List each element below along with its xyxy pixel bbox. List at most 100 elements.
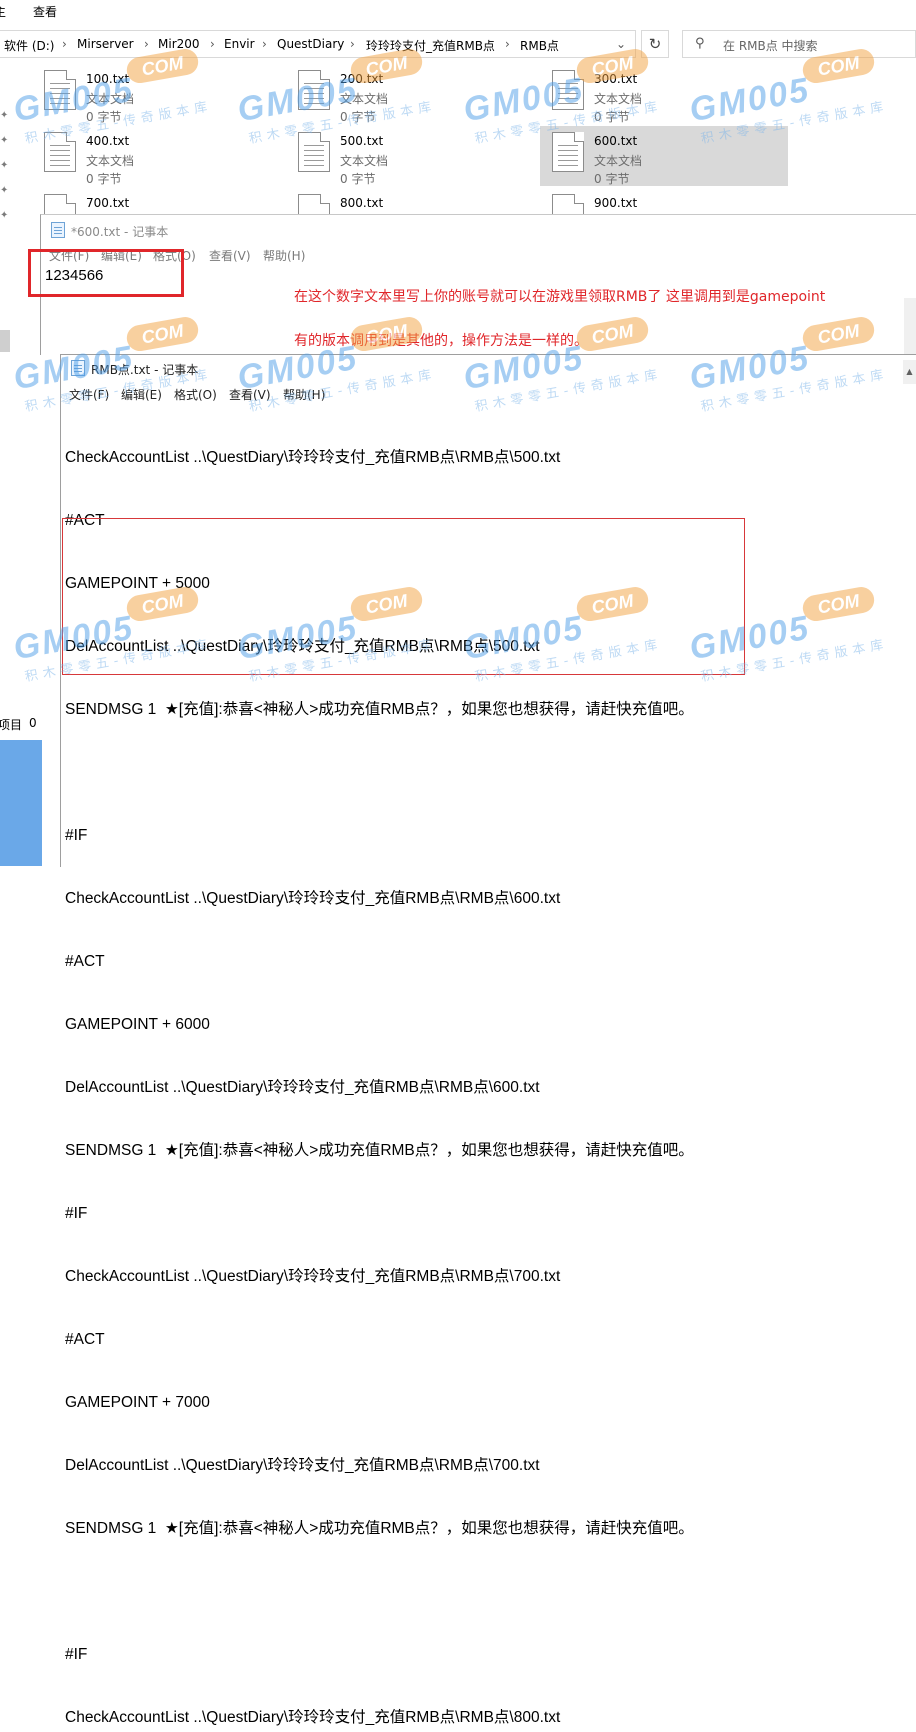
text-file-icon — [298, 132, 330, 172]
script-line: #IF — [65, 1205, 88, 1222]
annotation-red-box — [28, 249, 184, 297]
script-line — [65, 762, 694, 783]
breadcrumb-current[interactable]: RMB点 — [520, 37, 559, 54]
script-line: GAMEPOINT + 6000 — [65, 1016, 210, 1033]
script-line: #IF — [65, 1646, 88, 1663]
file-size: 0 字节 — [594, 110, 630, 124]
search-icon: ⚲ — [695, 36, 705, 51]
breadcrumb-folder[interactable]: 玲玲玲支付_充值RMB点 — [366, 37, 495, 54]
status-items-label: 项目 — [0, 718, 23, 732]
script-line: SENDMSG 1 ★[充值]:恭喜<神秘人>成功充值RMB点？，如果您也想获得… — [65, 701, 694, 718]
window-title: *600.txt - 记事本 — [71, 225, 169, 239]
file-type: 文本文档 — [86, 154, 135, 168]
menu-view[interactable]: 查看(V) — [229, 386, 271, 403]
file-name: 100.txt — [86, 72, 130, 86]
breadcrumb-questdiary[interactable]: QuestDiary — [277, 37, 344, 51]
navigation-pane: ✦ ✦ ✦ ✦ ✦ — [0, 60, 14, 760]
pin-icon[interactable]: ✦ — [0, 110, 8, 121]
scroll-up-button[interactable]: ▲ — [903, 360, 916, 384]
file-name: 200.txt — [340, 72, 384, 86]
pin-icon[interactable]: ✦ — [0, 160, 8, 171]
file-name: 700.txt — [86, 196, 130, 210]
window-title: RMB点.txt - 记事本 — [91, 363, 199, 377]
menu-help[interactable]: 帮助(H) — [263, 247, 305, 264]
menu-help[interactable]: 帮助(H) — [283, 386, 325, 403]
file-item-selected[interactable]: 600.txt 文本文档 0 字节 — [540, 126, 788, 186]
file-item[interactable]: 400.txt 文本文档 0 字节 — [38, 126, 278, 186]
chevron-right-icon: › — [262, 37, 267, 51]
script-line: DelAccountList ..\QuestDiary\玲玲玲支付_充值RMB… — [65, 1079, 540, 1096]
script-line: CheckAccountList ..\QuestDiary\玲玲玲支付_充值R… — [65, 1268, 561, 1285]
file-item[interactable]: 100.txt 文本文档 0 字节 — [38, 64, 278, 124]
file-type: 文本文档 — [86, 92, 135, 106]
menu-view[interactable]: 查看(V) — [209, 247, 251, 264]
script-line: #ACT — [65, 953, 105, 970]
chevron-right-icon: › — [505, 37, 510, 51]
annotation-highlight-box — [62, 518, 745, 675]
chevron-right-icon: › — [210, 37, 215, 51]
menu-edit[interactable]: 编辑(E) — [121, 386, 162, 403]
pin-icon[interactable]: ✦ — [0, 210, 8, 221]
script-line: SENDMSG 1 ★[充值]:恭喜<神秘人>成功充值RMB点？，如果您也想获得… — [65, 1520, 694, 1537]
file-name: 300.txt — [594, 72, 638, 86]
file-item[interactable]: 800.txt — [292, 188, 532, 214]
text-file-icon — [44, 194, 76, 214]
file-size: 0 字节 — [86, 110, 122, 124]
script-line: GAMEPOINT + 7000 — [65, 1394, 210, 1411]
annotation-note-1: 在这个数字文本里写上你的账号就可以在游戏里领取RMB了 这里调用到是gamepo… — [294, 289, 826, 305]
chevron-down-icon[interactable]: ⌄ — [616, 37, 626, 51]
breadcrumb-mirserver[interactable]: Mirserver — [77, 37, 134, 51]
file-size: 0 字节 — [340, 172, 376, 186]
script-line: #IF — [65, 827, 88, 844]
file-name: 600.txt — [594, 134, 638, 148]
chevron-right-icon: › — [62, 37, 67, 51]
annotation-note-2: 有的版本调用到是其他的，操作方法是一样的。 — [294, 333, 588, 349]
file-name: 900.txt — [594, 196, 638, 210]
status-items-count: 0 — [29, 716, 37, 730]
notepad-icon — [71, 360, 85, 376]
pin-icon[interactable]: ✦ — [0, 135, 8, 146]
file-item[interactable]: 500.txt 文本文档 0 字节 — [292, 126, 532, 186]
notepad-icon — [51, 222, 65, 238]
file-size: 0 字节 — [86, 172, 122, 186]
refresh-button[interactable]: ↻ — [641, 30, 669, 58]
ribbon-tab-home[interactable]: 主 — [0, 3, 6, 20]
text-file-icon — [552, 70, 584, 110]
breadcrumb-drive[interactable]: 软件 (D:) — [4, 37, 54, 54]
script-line: DelAccountList ..\QuestDiary\玲玲玲支付_充值RMB… — [65, 1457, 540, 1474]
address-bar[interactable]: 软件 (D:) › Mirserver › Mir200 › Envir › Q… — [0, 30, 636, 58]
ribbon-tab-view[interactable]: 查看 — [33, 3, 57, 20]
text-file-icon — [298, 194, 330, 214]
menu-format[interactable]: 格式(O) — [174, 386, 217, 403]
file-size: 0 字节 — [594, 172, 630, 186]
navigation-selected-item[interactable] — [0, 330, 10, 352]
file-item[interactable]: 200.txt 文本文档 0 字节 — [292, 64, 532, 124]
breadcrumb-envir[interactable]: Envir — [224, 37, 255, 51]
ribbon-tabs: 主 查看 — [0, 0, 916, 22]
breadcrumb-mir200[interactable]: Mir200 — [158, 37, 200, 51]
search-input[interactable]: ⚲ 在 RMB点 中搜索 — [682, 30, 916, 58]
script-line: #ACT — [65, 1331, 105, 1348]
file-item[interactable]: 900.txt — [546, 188, 786, 214]
menu-bar: 文件(F) 编辑(E) 格式(O) 查看(V) 帮助(H) — [61, 386, 916, 404]
text-file-icon — [298, 70, 330, 110]
file-type: 文本文档 — [340, 92, 389, 106]
notepad-title-bar[interactable]: RMB点.txt - 记事本 — [61, 355, 916, 381]
notepad-title-bar[interactable]: *600.txt - 记事本 — [41, 215, 916, 245]
file-type: 文本文档 — [594, 92, 643, 106]
chevron-right-icon: › — [350, 37, 355, 51]
file-item[interactable]: 300.txt 文本文档 0 字节 — [546, 64, 786, 124]
text-file-icon — [552, 194, 584, 214]
file-item[interactable]: 700.txt — [38, 188, 278, 214]
text-file-icon — [44, 70, 76, 110]
script-line: CheckAccountList ..\QuestDiary\玲玲玲支付_充值R… — [65, 890, 561, 907]
menu-file[interactable]: 文件(F) — [69, 386, 109, 403]
file-size: 0 字节 — [340, 110, 376, 124]
status-bar: 项目 0 — [0, 714, 42, 734]
script-line — [65, 1581, 694, 1602]
desktop-strip — [0, 740, 42, 866]
script-line: CheckAccountList ..\QuestDiary\玲玲玲支付_充值R… — [65, 449, 561, 466]
chevron-right-icon: › — [144, 37, 149, 51]
file-name: 400.txt — [86, 134, 130, 148]
pin-icon[interactable]: ✦ — [0, 185, 8, 196]
